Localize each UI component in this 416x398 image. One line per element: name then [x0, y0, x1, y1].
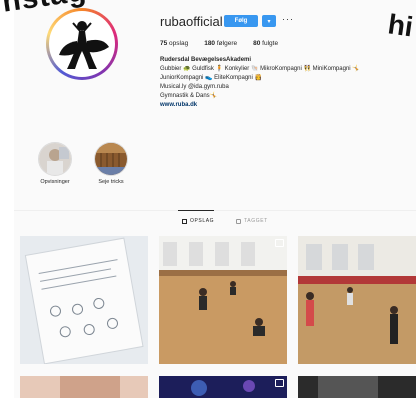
- tab-tagged[interactable]: TAGGET: [236, 218, 268, 224]
- post-thumbnail[interactable]: [298, 236, 416, 364]
- post-image: [159, 376, 287, 398]
- video-badge-icon: [275, 239, 284, 247]
- highlight-label: Seje tricks: [98, 179, 124, 185]
- posts-stat: 75 opslag: [160, 40, 189, 47]
- instagram-profile-page: nstag hi rubaofficial Følg ▾ ··· 75 opsl…: [0, 0, 416, 398]
- active-tab-indicator: [178, 210, 214, 211]
- post-thumbnail[interactable]: [159, 376, 287, 398]
- post-thumbnail[interactable]: [20, 236, 148, 364]
- overlay-text-right: hi: [386, 8, 415, 43]
- bio-line: Gymnastik & Dans🤸: [160, 93, 218, 99]
- post-thumbnail[interactable]: [298, 376, 416, 398]
- dancer-silhouette-icon: [59, 21, 109, 69]
- tab-posts[interactable]: OPSLAG: [182, 218, 214, 224]
- grid-icon: [182, 218, 187, 224]
- profile-username: rubaofficial: [160, 14, 223, 29]
- story-highlight-seje-tricks[interactable]: Seje tricks: [94, 142, 128, 185]
- post-image: [159, 236, 287, 364]
- suggestions-dropdown-button[interactable]: ▾: [262, 15, 276, 27]
- profile-stats: 75 opslag 180 følgere 80 fulgte: [160, 40, 278, 47]
- post-thumbnail[interactable]: [159, 236, 287, 364]
- video-badge-icon: [275, 379, 284, 387]
- post-image: [20, 236, 148, 364]
- post-image: [298, 236, 416, 364]
- follow-button[interactable]: Følg: [224, 15, 258, 27]
- post-image: [20, 376, 148, 398]
- story-highlight-opvisninger[interactable]: Opvisninger: [38, 142, 72, 185]
- profile-bio: Rudersdal BevægelsesAkademi Gubbier 🐢 Gu…: [160, 56, 410, 110]
- profile-website-link[interactable]: www.ruba.dk: [160, 101, 410, 110]
- profile-full-name: Rudersdal BevægelsesAkademi: [160, 57, 252, 63]
- more-options-icon[interactable]: ···: [282, 14, 294, 24]
- highlight-cover: [38, 142, 72, 176]
- avatar-image: [49, 11, 115, 77]
- chevron-down-icon: ▾: [267, 18, 271, 25]
- bio-line: Musical.ly @ida.gym.ruba: [160, 84, 229, 90]
- highlight-cover: [94, 142, 128, 176]
- post-image: [298, 376, 416, 398]
- tabs-divider: [14, 210, 416, 211]
- bio-line: Gubbier 🐢 Guldfisk 🧍 Konkylier 🐚 MikroKo…: [160, 66, 360, 72]
- following-stat[interactable]: 80 fulgte: [253, 40, 278, 47]
- tag-icon: [236, 218, 241, 224]
- followers-stat[interactable]: 180 følgere: [204, 40, 237, 47]
- highlight-label: Opvisninger: [40, 179, 70, 185]
- post-thumbnail[interactable]: [20, 376, 148, 398]
- profile-avatar[interactable]: [46, 8, 118, 80]
- bio-line: JuniorKompagni 👟 EliteKompagni 👸: [160, 75, 262, 81]
